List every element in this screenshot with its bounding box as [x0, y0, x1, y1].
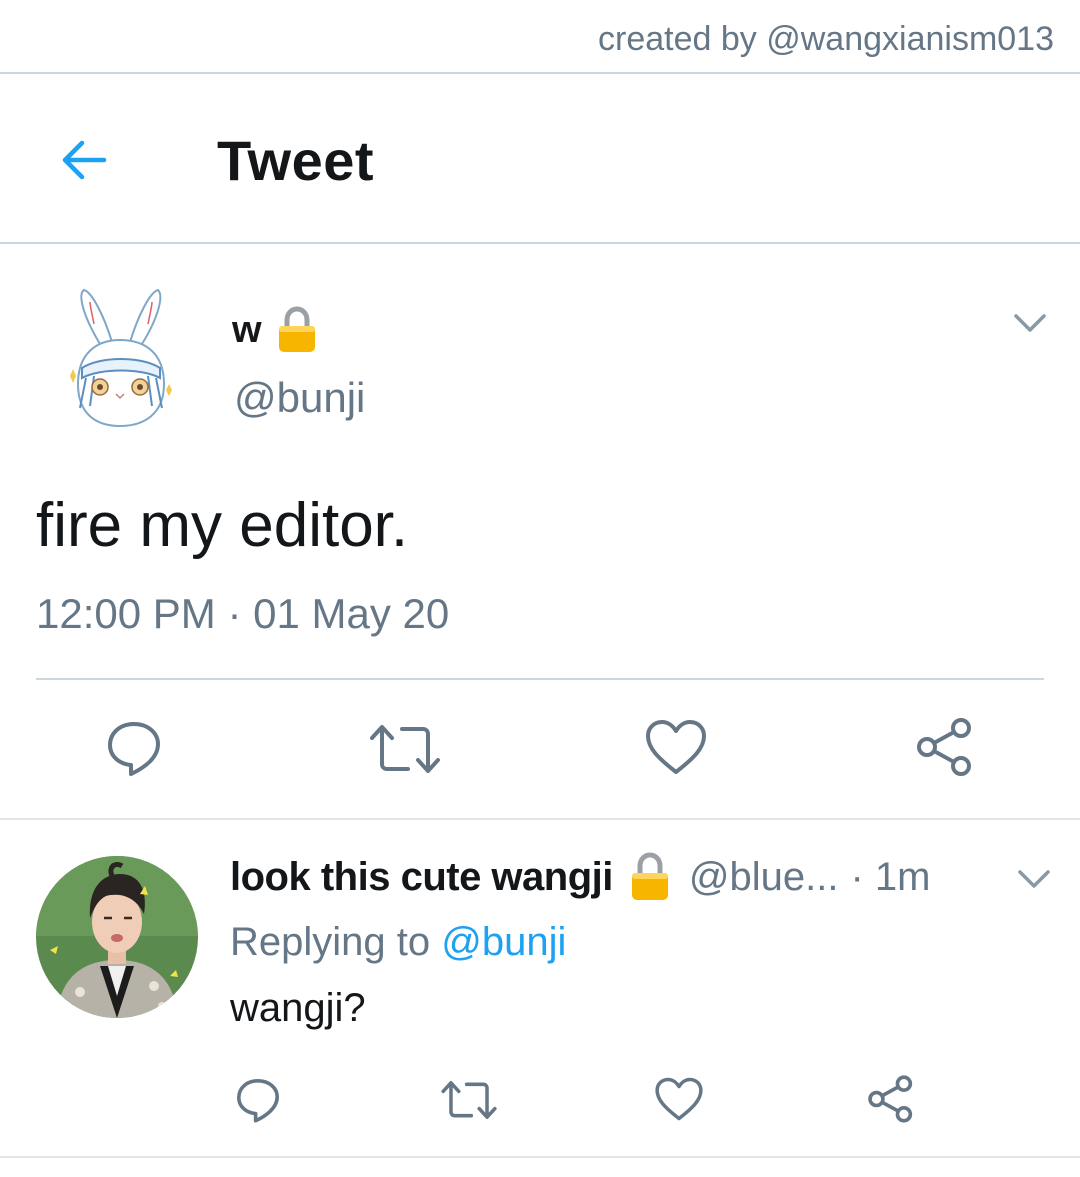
tweet-text: fire my editor. [36, 491, 409, 560]
author-handle[interactable]: @bunji [234, 374, 365, 422]
profile-photo-image [36, 856, 198, 1018]
replying-to-label: Replying to [230, 920, 442, 964]
author-name[interactable]: w [232, 306, 318, 354]
tweet-timestamp[interactable]: 12:00 PM · 01 May 20 [36, 590, 449, 638]
divider [36, 678, 1044, 680]
share-icon[interactable] [914, 716, 976, 778]
reply-author-handle[interactable]: @blue... [689, 855, 839, 900]
reply-header: look this cute wangji @blue... · 1m [230, 852, 930, 902]
arrow-left-icon [62, 140, 107, 180]
reply-author-name[interactable]: look this cute wangji [230, 855, 613, 900]
retweet-icon[interactable] [440, 1078, 498, 1122]
like-icon[interactable] [644, 718, 708, 776]
page-title: Tweet [217, 129, 375, 192]
author-name-text: w [232, 308, 262, 351]
reply-icon[interactable] [104, 718, 164, 778]
chevron-down-icon[interactable] [1014, 864, 1054, 894]
credit-bar: created by @wangxianism013 [0, 0, 1080, 74]
retweet-icon[interactable] [368, 722, 442, 776]
tweet-header: Tweet [0, 74, 1080, 244]
avatar[interactable] [36, 856, 198, 1018]
reply-time: · 1m [850, 854, 931, 899]
chevron-down-icon[interactable] [1010, 308, 1050, 338]
back-button[interactable] [56, 132, 112, 188]
replying-to: Replying to @bunji [230, 920, 566, 965]
main-tweet: w @bunji fire my editor. 12:00 PM · 01 M… [0, 244, 1080, 820]
reply-text: wangji? [230, 986, 366, 1030]
replying-to-mention[interactable]: @bunji [441, 920, 566, 964]
lock-icon [278, 306, 315, 352]
share-icon[interactable] [866, 1074, 916, 1124]
credit-text: created by @wangxianism013 [598, 20, 1054, 58]
like-icon[interactable] [654, 1076, 704, 1122]
avatar[interactable] [60, 284, 180, 434]
reply-icon[interactable] [234, 1076, 282, 1124]
lock-icon [631, 852, 668, 900]
bunny-avatar-image [70, 288, 172, 428]
reply-tweet[interactable]: look this cute wangji @blue... · 1m Repl… [0, 820, 1080, 1158]
